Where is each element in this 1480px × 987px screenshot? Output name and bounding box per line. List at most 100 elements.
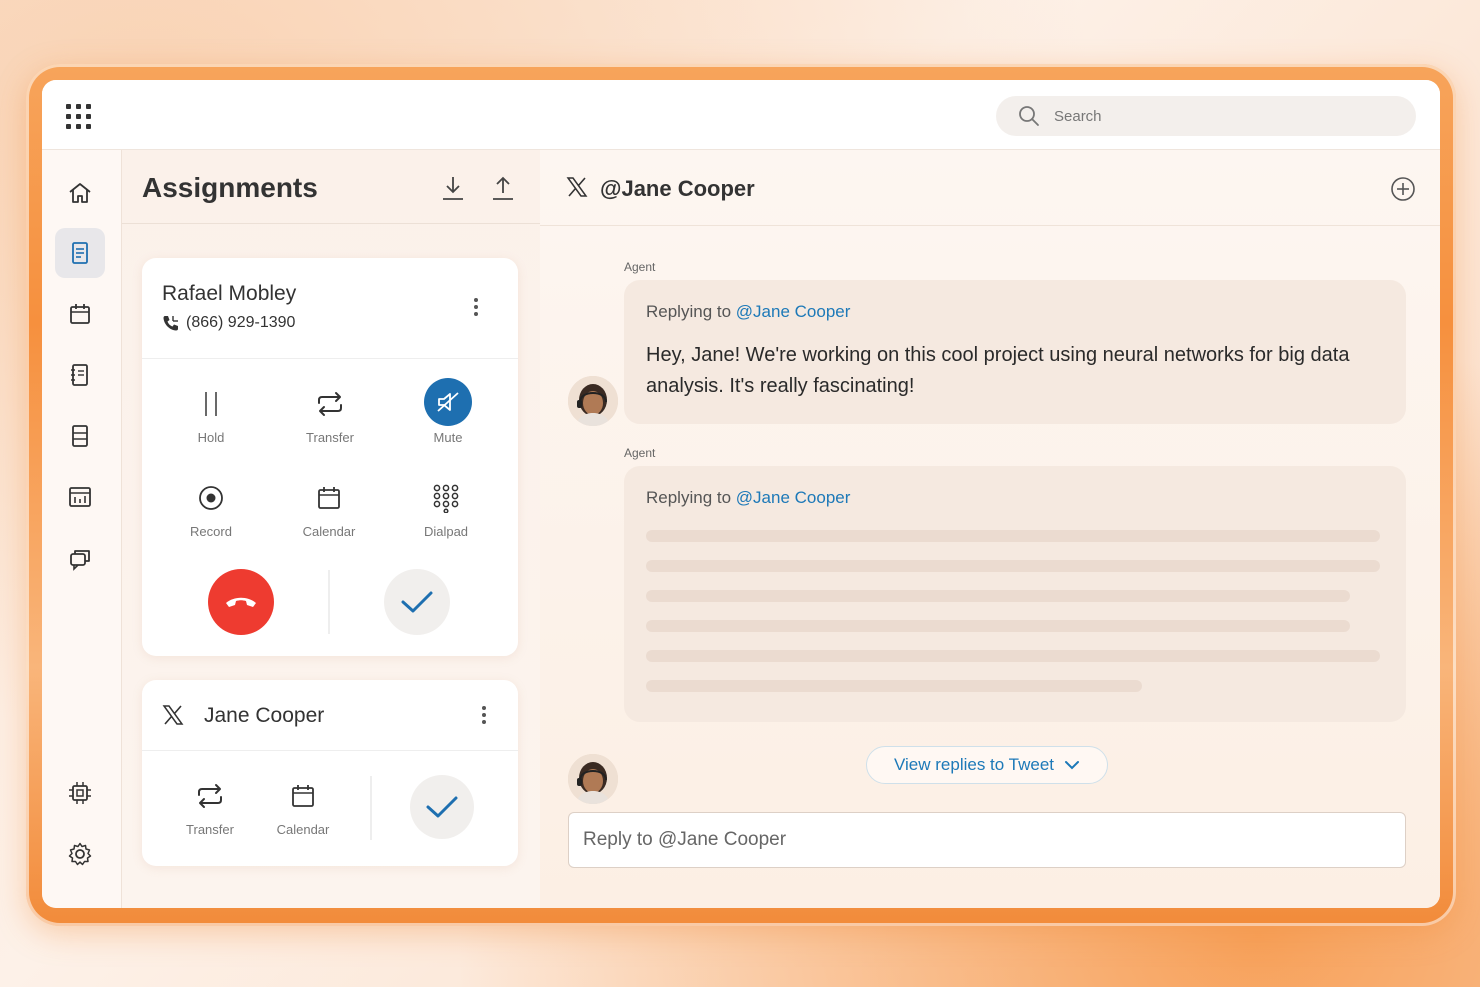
- agent-avatar: [568, 754, 618, 804]
- replying-to: Replying to @Jane Cooper: [646, 488, 850, 508]
- phone-number: (866) 929-1390: [186, 314, 296, 331]
- card-divider: [142, 358, 518, 359]
- phone-incoming-icon: [163, 316, 178, 331]
- checkmark-icon: [426, 796, 458, 818]
- upload-icon[interactable]: [490, 174, 516, 202]
- gear-icon: [68, 842, 92, 866]
- checkmark-icon: [401, 591, 433, 613]
- list-icon: [72, 425, 88, 447]
- top-bar: [42, 80, 1440, 150]
- notebook-icon: [71, 364, 88, 386]
- sidebar-item-settings[interactable]: [55, 829, 105, 879]
- calendar-label: Calendar: [302, 524, 356, 539]
- social-accept-button[interactable]: [410, 775, 474, 839]
- calendar-icon: [318, 487, 340, 509]
- agent-avatar: [568, 376, 618, 426]
- search-icon: [1019, 106, 1039, 126]
- record-button[interactable]: Record: [171, 478, 251, 539]
- chevron-down-icon: [1065, 761, 1079, 770]
- sidebar: [42, 150, 122, 908]
- add-circle-icon[interactable]: [1390, 176, 1416, 202]
- sidebar-item-records[interactable]: [55, 411, 105, 461]
- chart-icon: [69, 487, 91, 507]
- action-divider: [328, 570, 330, 634]
- skeleton-line: [646, 590, 1350, 602]
- card-divider: [142, 750, 518, 751]
- skeleton-line: [646, 530, 1380, 542]
- assignments-title: Assignments: [142, 172, 318, 203]
- hold-label: Hold: [197, 430, 225, 445]
- search-box[interactable]: [996, 96, 1416, 136]
- transfer-label: Transfer: [306, 430, 354, 445]
- dialpad-label: Dialpad: [423, 524, 469, 539]
- dialpad-button[interactable]: Dialpad: [406, 478, 486, 539]
- record-label: Record: [190, 524, 232, 539]
- document-icon: [72, 242, 88, 264]
- sidebar-item-integrations[interactable]: [55, 768, 105, 818]
- sidebar-item-notebook[interactable]: [55, 350, 105, 400]
- social-card: Jane Cooper Transfer Calendar: [142, 680, 518, 866]
- message-bubble: Replying to @Jane Cooper Hey, Jane! We'r…: [624, 280, 1406, 424]
- agent-avatar-icon: [568, 376, 618, 426]
- sidebar-item-calendar[interactable]: [55, 289, 105, 339]
- social-contact-name: Jane Cooper: [204, 704, 325, 727]
- social-card-menu-icon[interactable]: [482, 706, 486, 724]
- agent-avatar-icon: [568, 754, 618, 804]
- chip-icon: [69, 782, 91, 804]
- call-card: Rafael Mobley (866) 929-1390 Hold Transf…: [142, 258, 518, 656]
- message-bubble-loading: Replying to @Jane Cooper: [624, 466, 1406, 722]
- calendar-button[interactable]: Calendar: [289, 478, 369, 539]
- social-calendar-button[interactable]: Calendar: [263, 776, 343, 837]
- mute-label: Mute: [433, 430, 463, 445]
- view-replies-button[interactable]: View replies to Tweet: [866, 746, 1108, 784]
- sidebar-item-assignments[interactable]: [55, 228, 105, 278]
- chat-icon: [70, 550, 90, 571]
- replying-prefix: Replying to: [646, 488, 732, 507]
- pause-icon: [205, 392, 217, 416]
- record-icon: [199, 486, 223, 510]
- download-icon[interactable]: [440, 174, 466, 202]
- search-input[interactable]: [1054, 107, 1354, 125]
- transfer-icon: [318, 392, 342, 416]
- conversation-panel: @Jane Cooper Agent Replying to @Jane Coo…: [540, 150, 1440, 908]
- reply-input[interactable]: [568, 812, 1406, 868]
- social-transfer-label: Transfer: [186, 822, 234, 837]
- dialpad-icon: [433, 484, 459, 513]
- replying-handle-link[interactable]: @Jane Cooper: [736, 302, 851, 321]
- app-window: Assignments Rafael Mobley (866) 929-1390…: [42, 80, 1440, 908]
- conversation-header: @Jane Cooper: [540, 150, 1440, 226]
- message-text: Hey, Jane! We're working on this cool pr…: [646, 344, 1350, 397]
- skeleton-line: [646, 560, 1380, 572]
- replying-handle-link[interactable]: @Jane Cooper: [736, 488, 851, 507]
- skeleton-line: [646, 620, 1350, 632]
- accept-button[interactable]: [384, 569, 450, 635]
- sidebar-item-reports[interactable]: [55, 472, 105, 522]
- end-call-button[interactable]: [208, 569, 274, 635]
- assignments-panel: Assignments Rafael Mobley (866) 929-1390…: [122, 150, 540, 908]
- hang-up-icon: [226, 597, 256, 607]
- calendar-icon: [292, 785, 314, 807]
- social-calendar-label: Calendar: [276, 822, 330, 837]
- home-icon: [69, 183, 91, 203]
- replying-to: Replying to @Jane Cooper: [646, 302, 850, 322]
- skeleton-line: [646, 680, 1142, 692]
- message-sender: Agent: [624, 260, 656, 274]
- social-transfer-button[interactable]: Transfer: [170, 776, 250, 837]
- caller-name: Rafael Mobley: [162, 282, 297, 305]
- caller-phone: (866) 929-1390: [162, 314, 295, 332]
- calendar-icon: [70, 304, 90, 324]
- sidebar-item-conversations[interactable]: [55, 533, 105, 583]
- transfer-button[interactable]: Transfer: [290, 384, 370, 445]
- action-divider: [370, 776, 372, 840]
- view-replies-label: View replies to Tweet: [893, 755, 1054, 774]
- x-logo-icon: [566, 177, 588, 197]
- mute-button[interactable]: Mute: [408, 378, 488, 445]
- message-sender: Agent: [624, 446, 656, 460]
- hold-button[interactable]: Hold: [171, 384, 251, 445]
- x-logo-icon: [162, 705, 184, 725]
- app-launcher-icon[interactable]: [66, 104, 92, 130]
- mute-icon: [437, 392, 459, 412]
- call-card-menu-icon[interactable]: [474, 298, 478, 316]
- sidebar-item-home[interactable]: [55, 168, 105, 218]
- replying-prefix: Replying to: [646, 302, 732, 321]
